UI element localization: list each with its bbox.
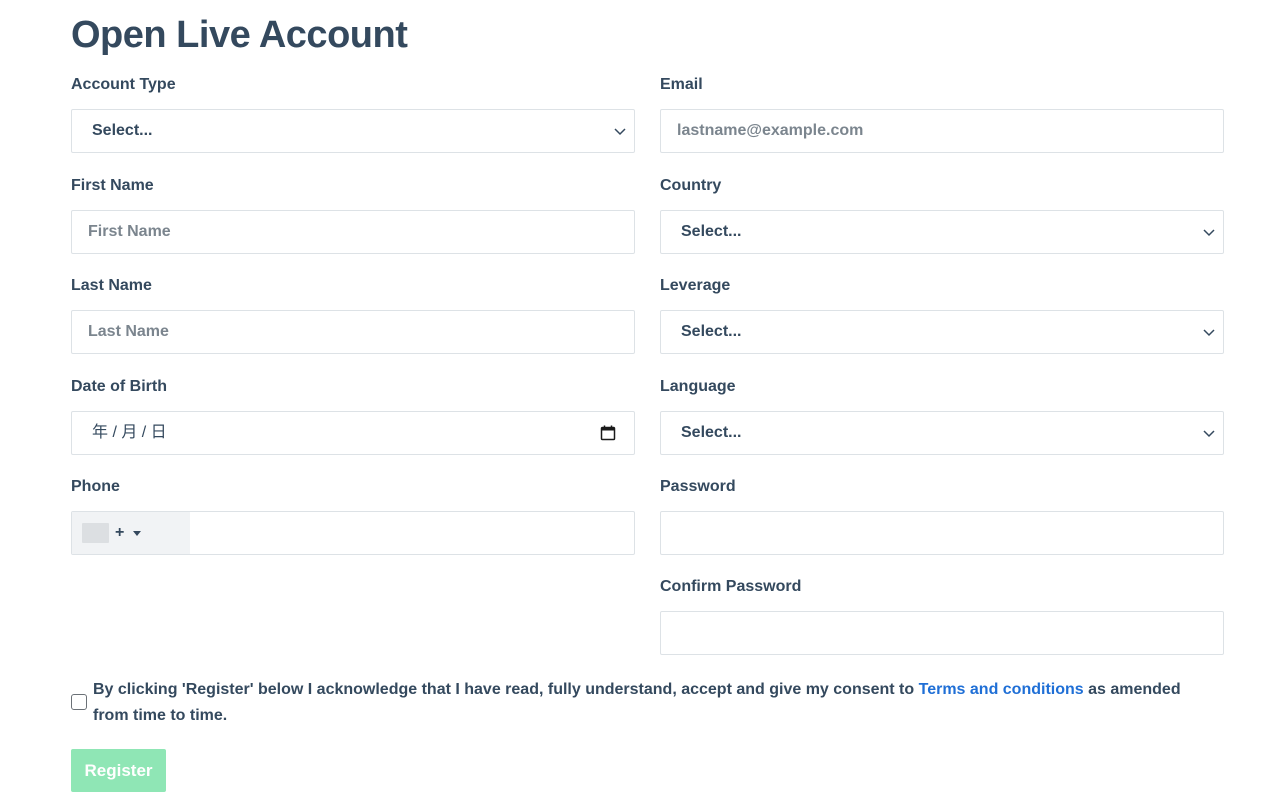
page-title: Open Live Account xyxy=(71,14,408,56)
phone-label: Phone xyxy=(71,478,120,495)
confirm-password-label: Confirm Password xyxy=(660,578,802,595)
chevron-down-icon xyxy=(1203,329,1215,337)
leverage-select[interactable]: Select... xyxy=(660,310,1224,354)
last-name-label: Last Name xyxy=(71,277,152,294)
last-name-placeholder: Last Name xyxy=(88,323,169,340)
language-value: Select... xyxy=(681,424,742,441)
date-of-birth-value: 年 / 月 / 日 xyxy=(92,424,167,441)
first-name-field[interactable]: First Name xyxy=(71,210,635,254)
account-type-value: Select... xyxy=(92,122,153,139)
password-label: Password xyxy=(660,478,736,495)
leverage-value: Select... xyxy=(681,323,742,340)
register-button[interactable]: Register xyxy=(71,749,166,792)
terms-checkbox[interactable] xyxy=(71,694,87,710)
phone-prefix: + xyxy=(115,524,125,541)
flag-icon xyxy=(82,523,109,543)
email-field[interactable]: lastname@example.com xyxy=(660,109,1224,153)
confirm-password-field[interactable] xyxy=(660,611,1224,655)
date-of-birth-field[interactable]: 年 / 月 / 日 xyxy=(71,411,635,455)
chevron-down-icon xyxy=(1203,430,1215,438)
country-value: Select... xyxy=(681,223,742,240)
consent-text: By clicking 'Register' below I acknowled… xyxy=(93,677,1213,729)
last-name-field[interactable]: Last Name xyxy=(71,310,635,354)
password-field[interactable] xyxy=(660,511,1224,555)
first-name-placeholder: First Name xyxy=(88,223,171,240)
caret-down-icon xyxy=(133,531,141,536)
date-of-birth-label: Date of Birth xyxy=(71,378,167,395)
terms-link[interactable]: Terms and conditions xyxy=(919,681,1084,698)
country-label: Country xyxy=(660,177,722,194)
first-name-label: First Name xyxy=(71,177,154,194)
chevron-down-icon xyxy=(1203,229,1215,237)
email-placeholder: lastname@example.com xyxy=(677,122,864,139)
leverage-label: Leverage xyxy=(660,277,731,294)
open-account-page: Open Live Account Account Type Select...… xyxy=(0,0,1267,807)
account-type-label: Account Type xyxy=(71,76,176,93)
language-label: Language xyxy=(660,378,736,395)
account-type-select[interactable]: Select... xyxy=(71,109,635,153)
language-select[interactable]: Select... xyxy=(660,411,1224,455)
phone-country-picker[interactable]: + xyxy=(72,512,190,554)
calendar-icon[interactable] xyxy=(600,425,616,441)
consent-text-before: By clicking 'Register' below I acknowled… xyxy=(93,681,919,698)
country-select[interactable]: Select... xyxy=(660,210,1224,254)
phone-field[interactable]: + xyxy=(71,511,635,555)
email-label: Email xyxy=(660,76,703,93)
chevron-down-icon xyxy=(614,128,626,136)
